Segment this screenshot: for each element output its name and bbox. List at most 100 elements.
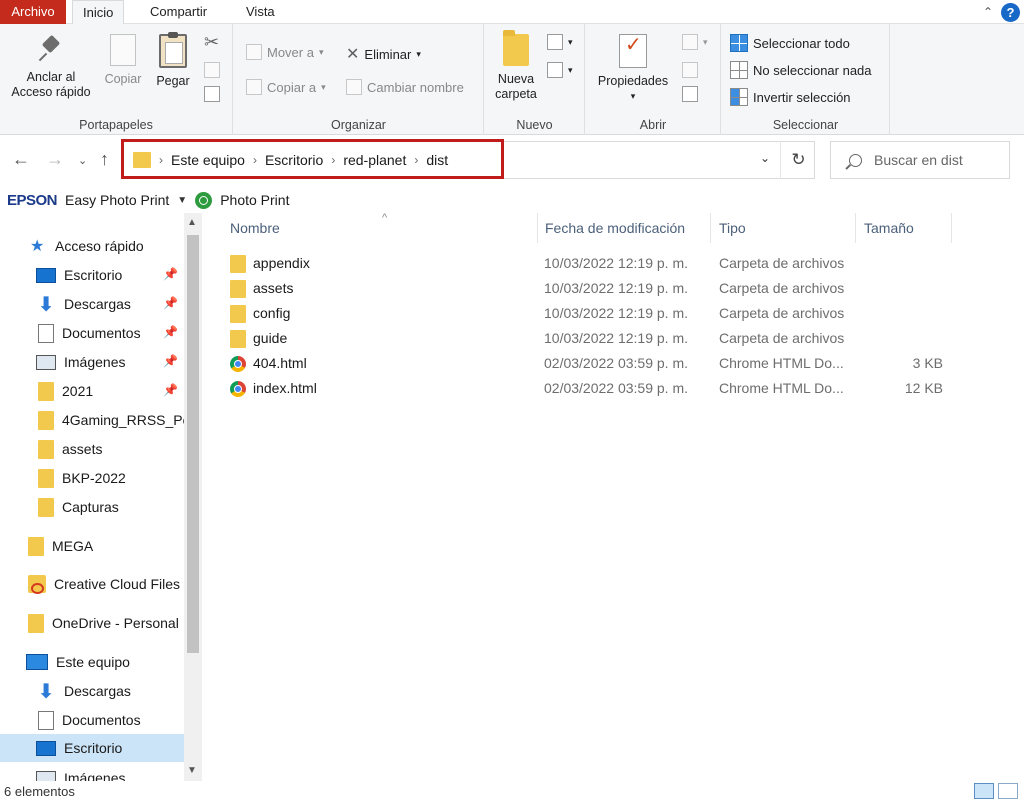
forward-arrow-icon[interactable]: → — [46, 149, 64, 170]
tab-compartir[interactable]: Compartir — [140, 0, 217, 24]
up-arrow-icon[interactable]: ↑ — [100, 149, 109, 170]
nav-qa-descargas-label: Descargas — [64, 296, 131, 312]
file-row[interactable]: appendix 10/03/2022 12:19 p. m. Carpeta … — [230, 251, 1024, 276]
nav-onedrive[interactable]: OneDrive - Personal — [0, 609, 184, 637]
nav-qa-documentos[interactable]: Documentos 📌 — [0, 319, 184, 347]
folder-icon — [28, 613, 44, 633]
easy-access-icon — [547, 62, 563, 78]
pin-icon[interactable]: 📌 — [163, 354, 178, 368]
cut-button[interactable]: ✂ — [204, 32, 219, 53]
column-header-name-label: Nombre — [230, 220, 280, 236]
view-switcher — [974, 783, 1018, 799]
tab-vista[interactable]: Vista — [236, 0, 285, 24]
back-arrow-icon[interactable]: ← — [12, 149, 30, 170]
group-label-organizar: Organizar — [331, 118, 386, 132]
file-date: 10/03/2022 12:19 p. m. — [544, 305, 688, 321]
scroll-down-icon[interactable]: ▼ — [187, 765, 197, 776]
nav-qa-descargas[interactable]: ⬇ Descargas 📌 — [0, 290, 184, 318]
pin-icon[interactable]: 📌 — [163, 383, 178, 397]
photo-print-button[interactable]: Photo Print — [220, 192, 289, 208]
column-header-date-label: Fecha de modificación — [545, 220, 686, 236]
nav-qa-4gaming[interactable]: 4Gaming_RRSS_Pos — [0, 406, 184, 434]
column-header-type[interactable]: Tipo — [711, 213, 856, 243]
epson-logo: EPSON — [7, 191, 58, 209]
folder-icon — [38, 410, 54, 430]
column-header-size[interactable]: Tamaño — [856, 213, 952, 243]
download-icon: ⬇ — [37, 293, 55, 316]
delete-button[interactable]: ✕ Eliminar ▾ — [346, 44, 421, 64]
copy-path-button[interactable] — [204, 62, 220, 78]
nav-qa-assets[interactable]: assets — [0, 435, 184, 463]
column-header-date[interactable]: Fecha de modificación — [537, 213, 711, 243]
nav-qa-imagenes[interactable]: Imágenes 📌 — [0, 348, 184, 376]
properties-button[interactable]: Propiedades ▾ — [592, 34, 674, 104]
nav-mega[interactable]: MEGA — [0, 532, 184, 560]
nav-quick-access[interactable]: ★ Acceso rápido — [0, 232, 184, 260]
file-row[interactable]: assets 10/03/2022 12:19 p. m. Carpeta de… — [230, 276, 1024, 301]
nav-qa-bkp-2022-label: BKP-2022 — [62, 470, 126, 486]
file-row[interactable]: index.html 02/03/2022 03:59 p. m. Chrome… — [230, 376, 1024, 401]
file-row[interactable]: guide 10/03/2022 12:19 p. m. Carpeta de … — [230, 326, 1024, 351]
file-type: Chrome HTML Do... — [719, 380, 844, 396]
paste-shortcut-button[interactable] — [204, 86, 220, 102]
scroll-up-icon[interactable]: ▲ — [187, 217, 197, 228]
invert-selection-button[interactable]: Invertir selección — [730, 88, 851, 106]
new-folder-button[interactable]: Nueva carpeta — [489, 30, 543, 102]
nav-pc-escritorio[interactable]: Escritorio — [0, 734, 184, 762]
nav-qa-capturas[interactable]: Capturas — [0, 493, 184, 521]
file-row[interactable]: config 10/03/2022 12:19 p. m. Carpeta de… — [230, 301, 1024, 326]
chrome-icon — [230, 355, 246, 372]
edit-button[interactable] — [682, 62, 698, 78]
move-to-button[interactable]: Mover a ▾ — [246, 44, 324, 60]
download-icon: ⬇ — [37, 680, 55, 703]
help-icon[interactable]: ? — [1001, 2, 1020, 22]
nav-creative-cloud[interactable]: Creative Cloud Files — [0, 570, 184, 598]
group-label-abrir: Abrir — [639, 118, 667, 132]
copy-to-button[interactable]: Copiar a ▾ — [246, 79, 326, 95]
invert-selection-label: Invertir selección — [753, 89, 851, 105]
easy-photo-print-button[interactable]: Easy Photo Print — [65, 192, 169, 208]
nav-pc-imagenes[interactable]: Imágenes — [0, 764, 184, 781]
copy-icon — [110, 34, 136, 66]
large-icons-view-icon[interactable] — [998, 783, 1018, 799]
select-none-button[interactable]: No seleccionar nada — [730, 61, 872, 79]
scrollbar-thumb[interactable] — [187, 235, 199, 653]
refresh-icon[interactable]: ↻ — [780, 141, 816, 179]
column-header-name[interactable]: ^ Nombre — [222, 212, 538, 243]
collapse-ribbon-icon[interactable]: ⌃ — [983, 5, 993, 19]
history-button[interactable] — [682, 86, 698, 102]
rename-button[interactable]: Cambiar nombre — [346, 79, 464, 95]
easy-access-button[interactable]: ▾ — [547, 62, 573, 78]
tab-archivo[interactable]: Archivo — [0, 0, 66, 24]
recent-locations-chevron-icon[interactable]: ⌄ — [78, 154, 87, 167]
pin-icon[interactable]: 📌 — [163, 267, 178, 281]
nav-qa-escritorio[interactable]: Escritorio 📌 — [0, 261, 184, 289]
nav-qa-2021[interactable]: 2021 📌 — [0, 377, 184, 405]
copy-button[interactable]: Copiar — [100, 34, 146, 87]
nav-pc-descargas[interactable]: ⬇ Descargas — [0, 677, 184, 705]
file-row[interactable]: 404.html 02/03/2022 03:59 p. m. Chrome H… — [230, 351, 1024, 376]
details-view-icon[interactable] — [974, 783, 994, 799]
tab-inicio[interactable]: Inicio — [72, 0, 125, 25]
nav-pc-documentos[interactable]: Documentos — [0, 706, 184, 734]
new-item-button[interactable]: ▾ — [547, 34, 573, 50]
address-dropdown-icon[interactable]: ⌄ — [760, 151, 770, 165]
folder-icon — [230, 304, 246, 323]
properties-icon — [619, 34, 647, 68]
search-input[interactable]: Buscar en dist — [830, 141, 1010, 179]
pin-icon[interactable]: 📌 — [163, 325, 178, 339]
chevron-down-icon[interactable]: ▼ — [177, 195, 187, 206]
nav-qa-bkp-2022[interactable]: BKP-2022 — [0, 464, 184, 492]
open-button[interactable]: ▾ — [682, 34, 708, 50]
address-highlight-box — [121, 139, 504, 179]
paste-icon — [159, 32, 187, 68]
nav-pane-scrollbar[interactable]: ▲ ▼ — [184, 213, 202, 781]
pin-quick-access-button[interactable]: Anclar al Acceso rápido — [4, 34, 98, 100]
chrome-icon — [230, 380, 246, 397]
pin-icon[interactable]: 📌 — [163, 296, 178, 310]
nav-this-pc[interactable]: Este equipo — [0, 648, 184, 676]
nav-pc-descargas-label: Descargas — [64, 683, 131, 699]
paste-button[interactable]: Pegar — [150, 32, 196, 89]
nav-qa-escritorio-label: Escritorio — [64, 267, 123, 283]
select-all-button[interactable]: Seleccionar todo — [730, 34, 850, 52]
